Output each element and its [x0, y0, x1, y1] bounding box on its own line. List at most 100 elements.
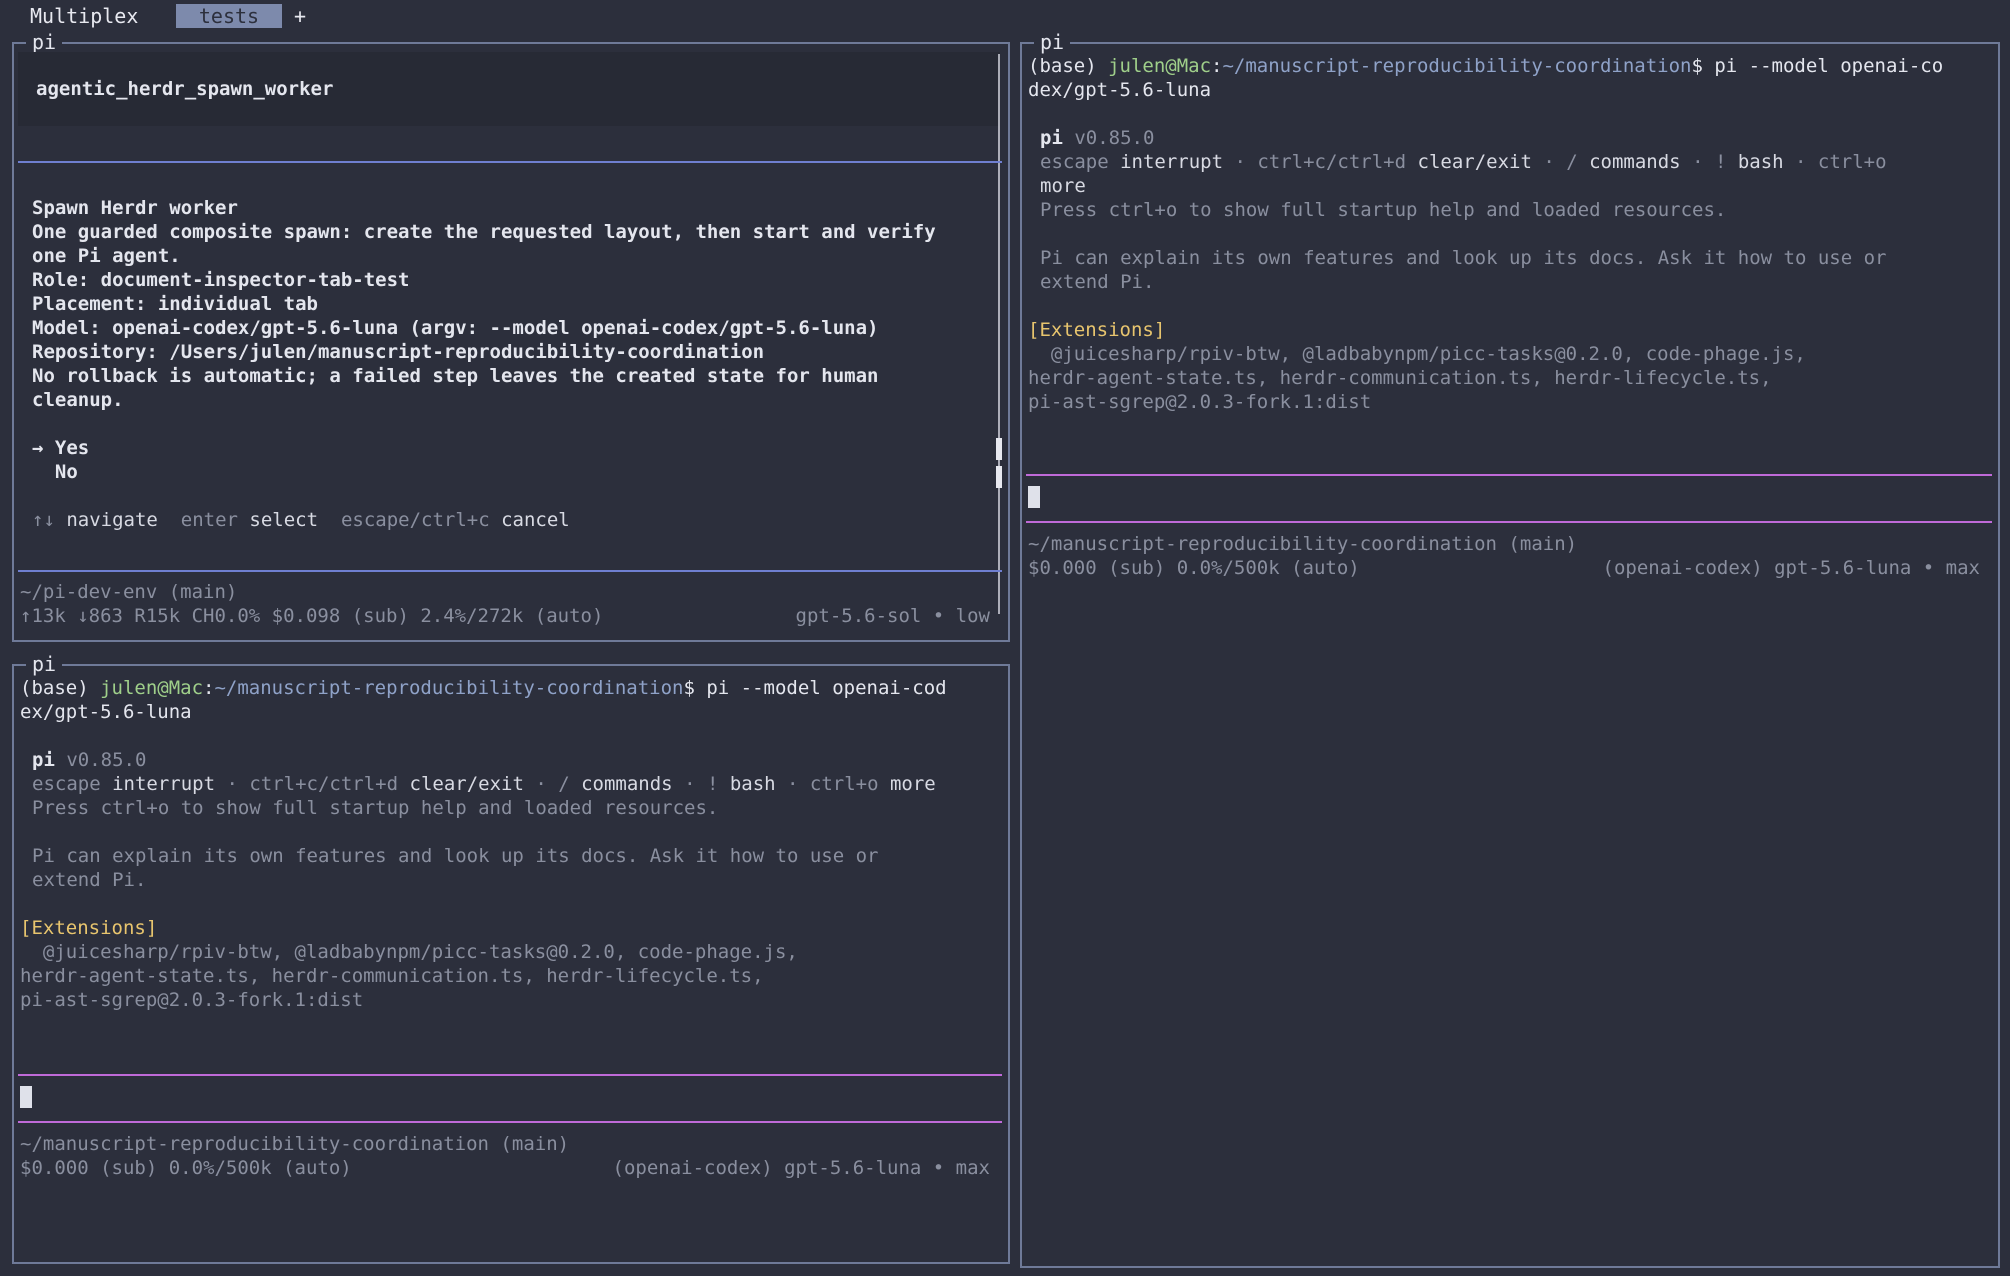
keybinding-segment: bash: [729, 773, 776, 795]
scrollbar[interactable]: [998, 54, 1000, 614]
divider: [18, 161, 1002, 163]
keybinding-segment: commands: [1589, 151, 1681, 173]
keybinding-segment: more: [889, 773, 936, 795]
option-label: Yes: [54, 437, 90, 459]
input-top-border: [18, 1074, 1002, 1076]
conda-env: (base): [20, 677, 101, 699]
keybinding-segment: · /: [523, 773, 582, 795]
explain-line: Pi can explain its own features and look…: [1040, 247, 1887, 269]
keybinding-line: escape interrupt · ctrl+c/ctrl+d clear/e…: [20, 772, 936, 796]
dialog-line: Repository: /Users/julen/manuscript-repr…: [32, 341, 765, 363]
keybinding-segment: · ctrl+c/ctrl+d: [1223, 151, 1407, 173]
hint-action: navigate: [66, 509, 158, 531]
dialog-heading: Spawn Herdr worker: [32, 197, 238, 219]
extension-line: @juicesharp/rpiv-btw, @ladbabynpm/picc-t…: [20, 941, 798, 963]
tab-tests[interactable]: tests: [176, 4, 282, 28]
keybinding-segment: commands: [581, 773, 673, 795]
scroll-thumb[interactable]: [996, 438, 1002, 460]
shell-prompt: (base) julen@Mac:~/manuscript-reproducib…: [1028, 54, 1943, 78]
input-cursor[interactable]: [1028, 486, 1040, 508]
keybinding-segment: clear/exit: [398, 773, 524, 795]
option-no[interactable]: No: [20, 460, 78, 484]
hint-key: escape/ctrl+c: [340, 509, 490, 531]
hint-key: enter: [180, 509, 238, 531]
pi-name: pi: [1040, 127, 1063, 149]
key-hints: ↑↓ navigate enter select escape/ctrl+c c…: [20, 508, 570, 532]
extension-line: @juicesharp/rpiv-btw, @ladbabynpm/picc-t…: [1028, 343, 1806, 365]
tool-call-box: agentic_herdr_spawn_worker: [18, 52, 1000, 126]
tab-bar: Multiplex tests +: [0, 0, 2010, 32]
pane-terminal-bottom[interactable]: pi (base) julen@Mac:~/manuscript-reprodu…: [12, 653, 1010, 1264]
keybinding-segment: more: [1040, 175, 1086, 197]
footer-path: ~/manuscript-reproducibility-coordinatio…: [1028, 533, 1578, 555]
scroll-thumb[interactable]: [996, 466, 1002, 488]
pi-banner: pi v0.85.0: [1028, 126, 1154, 150]
pi-version: v0.85.0: [54, 749, 147, 771]
option-yes[interactable]: → Yes: [20, 436, 89, 460]
keybinding-segment: · /: [1531, 151, 1590, 173]
footer-model: (openai-codex) gpt-5.6-luna • max: [1602, 557, 1981, 579]
keybinding-line: escape interrupt · ctrl+c/ctrl+d clear/e…: [1028, 150, 1887, 174]
footer-path: ~/pi-dev-env (main): [20, 581, 238, 603]
explain-line: extend Pi.: [1040, 271, 1155, 293]
shell-command: $ pi --model openai-co: [1691, 55, 1944, 77]
hint-action: cancel: [501, 509, 570, 531]
prompt-separator: :: [1211, 55, 1223, 77]
keybinding-segment: escape: [32, 773, 101, 795]
pane-title: pi: [1034, 31, 1071, 53]
pane-spawn-dialog[interactable]: pi agentic_herdr_spawn_worker Spawn Herd…: [12, 31, 1010, 642]
extensions-header: [Extensions]: [20, 917, 158, 939]
shell-command-wrap: ex/gpt-5.6-luna: [20, 701, 192, 723]
dialog-line: Model: openai-codex/gpt-5.6-luna (argv: …: [32, 317, 879, 339]
footer-stats: $0.000 (sub) 0.0%/500k (auto): [20, 1157, 352, 1179]
hint-key: ↑↓: [32, 509, 55, 531]
keybinding-segment: · ctrl+c/ctrl+d: [215, 773, 399, 795]
keybinding-segment: interrupt: [100, 773, 216, 795]
explain-line: extend Pi.: [32, 869, 147, 891]
pi-version: v0.85.0: [1062, 127, 1155, 149]
extension-line: herdr-agent-state.ts, herdr-communicatio…: [1028, 367, 1772, 389]
keybinding-segment: clear/exit: [1406, 151, 1532, 173]
dialog-line: cleanup.: [32, 389, 124, 411]
extension-line: pi-ast-sgrep@2.0.3-fork.1:dist: [1028, 391, 1372, 413]
dialog-line: No rollback is automatic; a failed step …: [32, 365, 879, 387]
dialog-line: Placement: individual tab: [32, 293, 318, 315]
prompt-cwd: ~/manuscript-reproducibility-coordinatio…: [214, 677, 684, 699]
dialog-line: Role: document-inspector-tab-test: [32, 269, 410, 291]
pane-title: pi: [26, 31, 63, 53]
keybinding-segment: · ctrl+o: [775, 773, 890, 795]
extension-line: herdr-agent-state.ts, herdr-communicatio…: [20, 965, 764, 987]
keybinding-segment: · !: [1680, 151, 1738, 173]
prompt-cwd: ~/manuscript-reproducibility-coordinatio…: [1222, 55, 1692, 77]
keybinding-segment: · !: [672, 773, 730, 795]
selection-arrow-icon: →: [32, 437, 44, 459]
keybinding-segment: bash: [1737, 151, 1784, 173]
footer-model: gpt-5.6-sol • low: [795, 605, 990, 627]
footer-path: ~/manuscript-reproducibility-coordinatio…: [20, 1133, 570, 1155]
prompt-user: julen@Mac: [1108, 55, 1212, 77]
shell-command-wrap: dex/gpt-5.6-luna: [1028, 79, 1212, 101]
input-bottom-border: [18, 1121, 1002, 1123]
explain-line: Pi can explain its own features and look…: [32, 845, 879, 867]
pane-title: pi: [26, 653, 63, 675]
shell-prompt: (base) julen@Mac:~/manuscript-reproducib…: [20, 676, 947, 700]
keybinding-line: more: [1028, 174, 1086, 198]
shell-command: $ pi --model openai-cod: [683, 677, 947, 699]
keybinding-segment: interrupt: [1108, 151, 1224, 173]
dialog-line: one Pi agent.: [32, 245, 181, 267]
footer-model: (openai-codex) gpt-5.6-luna • max: [612, 1157, 991, 1179]
input-cursor[interactable]: [20, 1086, 32, 1108]
footer-stats: ↑13k ↓863 R15k CH0.0% $0.098 (sub) 2.4%/…: [20, 605, 604, 627]
conda-env: (base): [1028, 55, 1109, 77]
add-tab-button[interactable]: +: [294, 4, 306, 28]
option-label: No: [54, 461, 78, 483]
startup-help: Press ctrl+o to show full startup help a…: [32, 797, 719, 819]
input-bottom-border: [1026, 521, 1992, 523]
extensions-header: [Extensions]: [1028, 319, 1166, 341]
input-top-border: [1026, 474, 1992, 476]
dialog-line: One guarded composite spawn: create the …: [32, 221, 936, 243]
pane-terminal-right[interactable]: pi (base) julen@Mac:~/manuscript-reprodu…: [1020, 31, 2000, 1268]
prompt-separator: :: [203, 677, 215, 699]
tool-name: agentic_herdr_spawn_worker: [36, 78, 334, 100]
keybinding-segment: escape: [1040, 151, 1109, 173]
